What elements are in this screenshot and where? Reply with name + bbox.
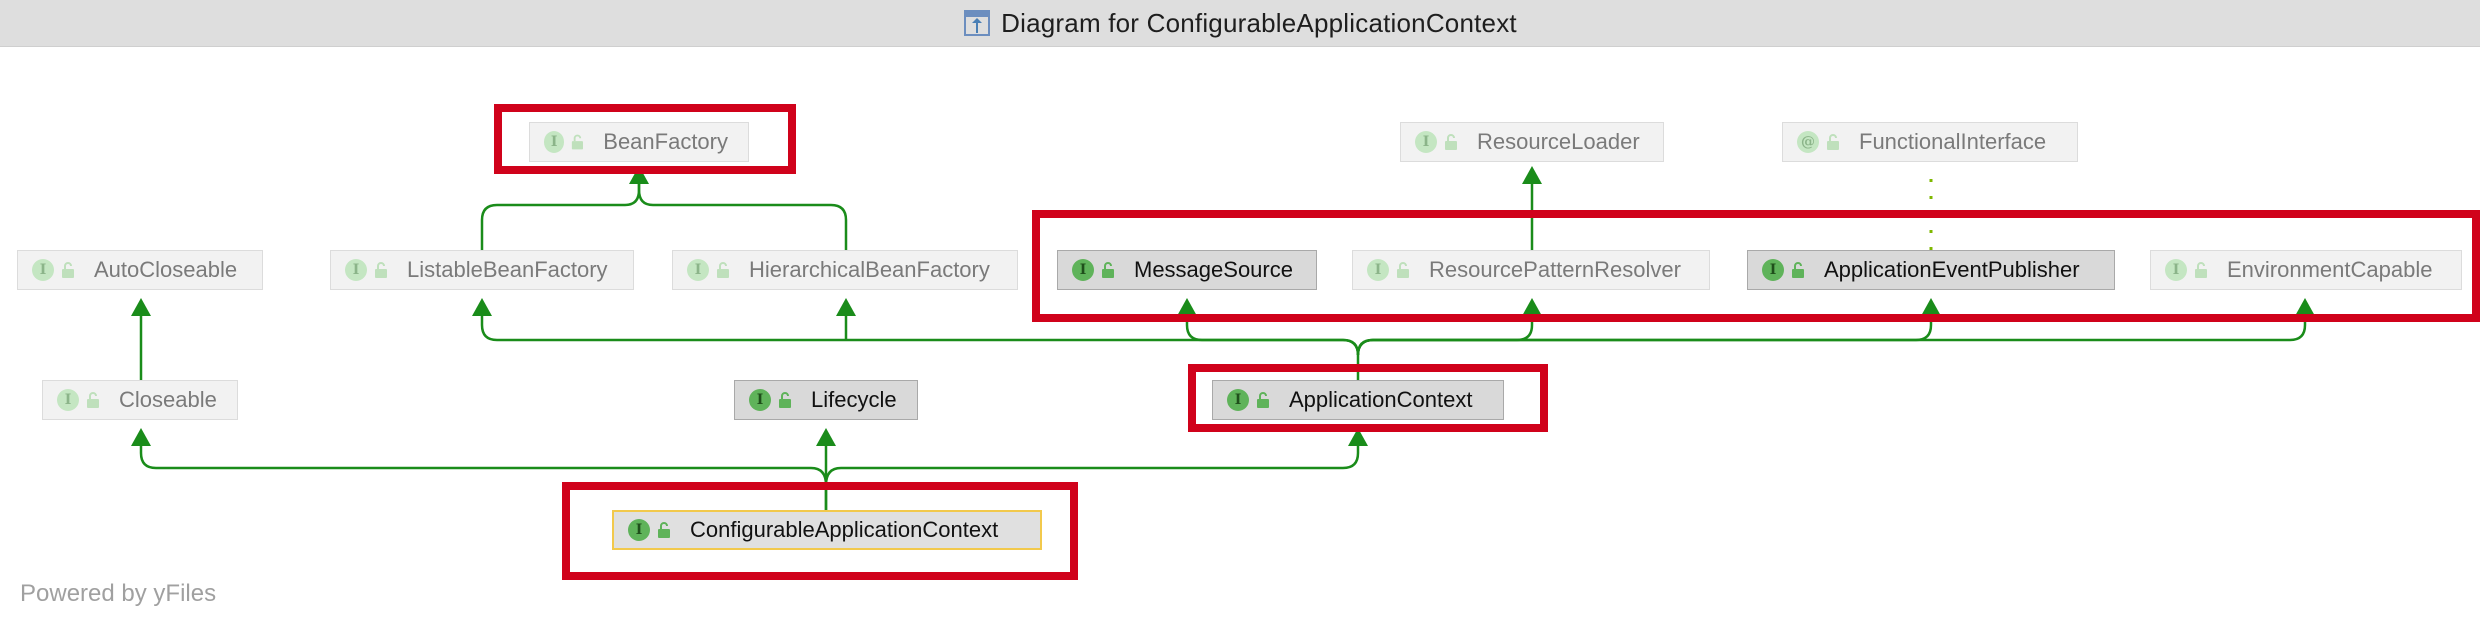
unlock-icon [375, 262, 387, 278]
edge-configurable-to-appcontext [824, 440, 1360, 486]
arrowhead [816, 428, 836, 446]
node-label: ResourceLoader [1477, 129, 1640, 154]
node-lifecycle[interactable]: I Lifecycle [734, 380, 918, 420]
node-label: AutoCloseable [94, 257, 238, 282]
node-label: Closeable [119, 387, 217, 412]
node-auto-closeable[interactable]: I AutoCloseable [17, 250, 263, 290]
node-label: FunctionalInterface [1859, 129, 2047, 154]
annotation-icon: @ [1797, 131, 1819, 153]
highlight-configurable-application-context [562, 482, 1078, 580]
interface-icon: I [1415, 131, 1437, 153]
powered-by-label: Powered by yFiles [20, 580, 217, 607]
arrowhead [131, 428, 151, 446]
unlock-icon [717, 262, 729, 278]
node-listable-bean-factory[interactable]: I ListableBeanFactory [330, 250, 634, 290]
interface-icon: I [749, 389, 771, 411]
interface-icon: I [32, 259, 54, 281]
unlock-icon [87, 392, 99, 408]
node-label: Lifecycle [811, 387, 897, 412]
node-label: ListableBeanFactory [407, 257, 608, 282]
unlock-icon [62, 262, 74, 278]
node-resource-loader[interactable]: I ResourceLoader [1400, 122, 1664, 162]
highlight-application-context-parents [1032, 210, 2480, 322]
interface-icon: I [345, 259, 367, 281]
unlock-icon [1827, 134, 1839, 150]
arrowhead [1522, 166, 1542, 184]
node-label: HierarchicalBeanFactory [749, 257, 990, 282]
arrowhead [131, 298, 151, 316]
highlight-application-context [1188, 364, 1548, 432]
edge-listable-to-beanfactory [480, 178, 641, 250]
highlight-bean-factory [494, 104, 796, 174]
node-functional-interface[interactable]: @ FunctionalInterface [1782, 122, 2078, 162]
node-closeable[interactable]: I Closeable [42, 380, 238, 420]
unlock-icon [1445, 134, 1457, 150]
arrowhead [836, 298, 856, 316]
interface-icon: I [687, 259, 709, 281]
node-hierarchical-bean-factory[interactable]: I HierarchicalBeanFactory [672, 250, 1018, 290]
unlock-icon [779, 392, 791, 408]
interface-icon: I [57, 389, 79, 411]
arrowhead [472, 298, 492, 316]
edge-hierarchical-to-beanfactory [637, 178, 848, 250]
